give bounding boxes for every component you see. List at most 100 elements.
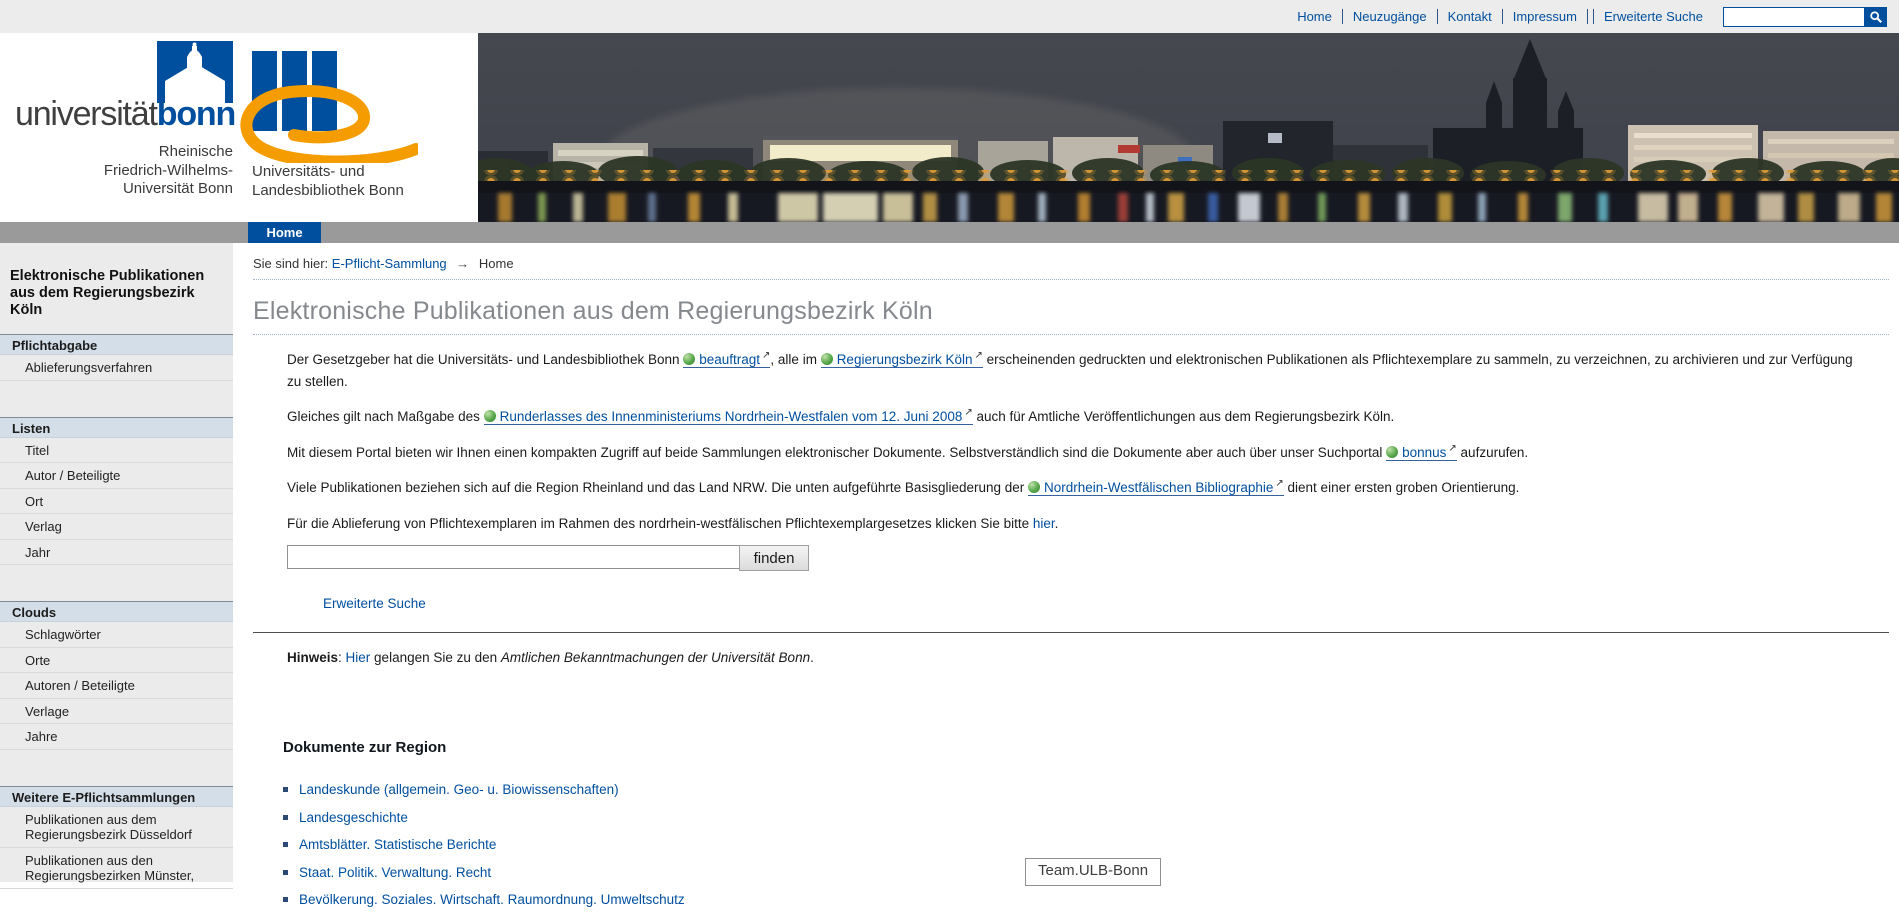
link-amtsblaetter[interactable]: Amtsblätter. Statistische Berichte: [299, 837, 496, 852]
magnifier-icon: [1869, 10, 1883, 24]
top-search: [1723, 7, 1887, 27]
bonn-skyline-banner: [478, 33, 1899, 222]
intro-paragraphs: Der Gesetzgeber hat die Universitäts- un…: [253, 349, 1889, 615]
sidebar-header-weitere-e-pflichtsammlungen: Weitere E-Pflichtsammlungen: [0, 786, 233, 807]
erweiterte-suche-link[interactable]: Erweiterte Suche: [323, 593, 426, 615]
search-input[interactable]: [287, 545, 740, 569]
sidebar-item-orte[interactable]: Orte: [0, 648, 233, 674]
sidebar-section-listen: Listen Titel Autor / Beteiligte Ort Verl…: [0, 417, 233, 566]
link-landeskunde[interactable]: Landeskunde (allgemein. Geo- u. Biowisse…: [299, 782, 619, 797]
paragraph-3: Mit diesem Portal bieten wir Ihnen einen…: [287, 442, 1869, 464]
link-runderlass[interactable]: Runderlasses des Innenministeriums Nordr…: [484, 409, 973, 425]
topnav-neuzugaenge[interactable]: Neuzugänge: [1353, 9, 1427, 24]
link-hier-bekanntmachungen[interactable]: Hier: [346, 650, 371, 665]
nav-separator: [1593, 9, 1594, 24]
square-bullet-icon: [283, 870, 288, 875]
link-staat-politik[interactable]: Staat. Politik. Verwaltung. Recht: [299, 865, 491, 880]
paragraph-1: Der Gesetzgeber hat die Universitäts- un…: [287, 349, 1869, 392]
square-bullet-icon: [283, 815, 288, 820]
hinweis-wrap: Hinweis: Hier gelangen Sie zu den Amtlic…: [253, 647, 1889, 669]
dotted-divider: [253, 279, 1889, 280]
sidebar-item-verlag[interactable]: Verlag: [0, 514, 233, 540]
sidebar-header-pflichtabgabe: Pflichtabgabe: [0, 334, 233, 355]
link-bonnus[interactable]: bonnus↗: [1386, 445, 1457, 461]
breadcrumb-link-epflicht[interactable]: E-Pflicht-Sammlung: [332, 256, 447, 271]
dotted-divider: [253, 334, 1889, 335]
list-item: Bevölkerung. Soziales. Wirtschaft. Raumo…: [283, 886, 1889, 914]
nav-separator: [1342, 9, 1343, 24]
square-bullet-icon: [283, 842, 288, 847]
topnav-home[interactable]: Home: [1297, 9, 1332, 24]
list-item: Amtsblätter. Statistische Berichte: [283, 831, 1889, 859]
square-bullet-icon: [283, 787, 288, 792]
university-building-icon: [157, 41, 233, 103]
top-search-input[interactable]: [1723, 7, 1865, 27]
globe-icon: [683, 353, 695, 365]
breadcrumb-prefix: Sie sind hier:: [253, 256, 328, 271]
wordmark-bonn: bonn: [157, 95, 235, 133]
tab-home[interactable]: Home: [248, 222, 321, 243]
breadcrumb-arrow: →: [456, 256, 469, 271]
globe-icon: [1386, 446, 1398, 458]
paragraph-2: Gleiches gilt nach Maßgabe des Runderlas…: [287, 406, 1869, 428]
sidebar-item-titel[interactable]: Titel: [0, 438, 233, 464]
sidebar-section-weitere: Weitere E-Pflichtsammlungen Publikatione…: [0, 786, 233, 889]
page-header: universitätbonn Rheinische Friedrich-Wil…: [0, 33, 1899, 222]
uni-bonn-wordmark: universitätbonn: [15, 97, 235, 131]
wordmark-universitaet: universität: [15, 95, 157, 133]
region-documents: Dokumente zur Region Landeskunde (allgem…: [253, 739, 1889, 914]
paragraph-5: Für die Ablieferung von Pflichtexemplare…: [287, 513, 1869, 535]
finden-button[interactable]: finden: [739, 545, 809, 571]
top-navigation: Home Neuzugänge Kontakt Impressum Erweit…: [1287, 0, 1887, 33]
link-bevoelkerung[interactable]: Bevölkerung. Soziales. Wirtschaft. Raumo…: [299, 892, 685, 907]
sidebar-item-autoren-beteiligte[interactable]: Autoren / Beteiligte: [0, 673, 233, 699]
main-content: Sie sind hier: E-Pflicht-Sammlung → Home…: [253, 243, 1889, 914]
nav-separator: [1437, 9, 1438, 24]
link-landesgeschichte[interactable]: Landesgeschichte: [299, 810, 408, 825]
sidebar-header-clouds: Clouds: [0, 601, 233, 622]
paragraph-4: Viele Publikationen beziehen sich auf di…: [287, 477, 1869, 499]
sidebar-item-ablieferungsverfahren[interactable]: Ablieferungsverfahren: [0, 355, 233, 381]
sidebar-item-ort[interactable]: Ort: [0, 489, 233, 515]
region-heading: Dokumente zur Region: [283, 739, 1889, 756]
hinweis-paragraph: Hinweis: Hier gelangen Sie zu den Amtlic…: [287, 647, 1869, 669]
top-search-button[interactable]: [1865, 7, 1887, 27]
top-bar: Home Neuzugänge Kontakt Impressum Erweit…: [0, 0, 1899, 33]
link-nrw-bibliographie[interactable]: Nordrhein-Westfälischen Bibliographie↗: [1028, 480, 1284, 496]
library-name: Universitäts- und Landesbibliothek Bonn: [252, 163, 404, 200]
list-item: Landeskunde (allgemein. Geo- u. Biowisse…: [283, 776, 1889, 804]
sidebar-section-pflichtabgabe: Pflichtabgabe Ablieferungsverfahren: [0, 334, 233, 381]
page-title: Elektronische Publikationen aus dem Regi…: [253, 297, 1889, 326]
breadcrumb: Sie sind hier: E-Pflicht-Sammlung → Home: [253, 256, 1889, 271]
sidebar-item-schlagwoerter[interactable]: Schlagwörter: [0, 622, 233, 648]
globe-icon: [484, 410, 496, 422]
sidebar-section-clouds: Clouds Schlagwörter Orte Autoren / Betei…: [0, 601, 233, 750]
region-link-list: Landeskunde (allgemein. Geo- u. Biowisse…: [283, 776, 1889, 914]
list-item: Landesgeschichte: [283, 804, 1889, 832]
ulb-e-swoosh-icon: [238, 85, 418, 163]
globe-icon: [1028, 481, 1040, 493]
link-hier-ablieferung[interactable]: hier: [1033, 516, 1055, 531]
sidebar-item-jahre[interactable]: Jahre: [0, 724, 233, 750]
tab-bar: Home: [0, 222, 1899, 243]
sidebar-item-publikationen-duesseldorf[interactable]: Publikationen aus dem Regierungsbezirk D…: [0, 807, 233, 848]
nav-separator: [1587, 9, 1588, 24]
globe-icon: [821, 353, 833, 365]
topnav-erweiterte-suche[interactable]: Erweiterte Suche: [1604, 9, 1703, 24]
nav-separator: [1502, 9, 1503, 24]
sidebar-item-jahr[interactable]: Jahr: [0, 540, 233, 566]
breadcrumb-current: Home: [479, 256, 514, 271]
link-beauftragt[interactable]: beauftragt↗: [683, 352, 770, 368]
topnav-kontakt[interactable]: Kontakt: [1448, 9, 1492, 24]
university-name: Rheinische Friedrich-Wilhelms- Universit…: [0, 143, 233, 199]
uni-bonn-logo: [157, 41, 233, 103]
link-regierungsbezirk-koeln[interactable]: Regierungsbezirk Köln↗: [821, 352, 983, 368]
search-form: finden: [287, 545, 1869, 571]
sidebar-item-publikationen-muenster[interactable]: Publikationen aus den Regierungsbezirken…: [0, 848, 233, 889]
topnav-impressum[interactable]: Impressum: [1513, 9, 1577, 24]
sidebar-item-verlage[interactable]: Verlage: [0, 699, 233, 725]
sidebar-item-autor-beteiligte[interactable]: Autor / Beteiligte: [0, 463, 233, 489]
sidebar-title: Elektronische Publikationen aus dem Regi…: [10, 268, 223, 319]
horizontal-rule: [253, 632, 1889, 633]
square-bullet-icon: [283, 897, 288, 902]
